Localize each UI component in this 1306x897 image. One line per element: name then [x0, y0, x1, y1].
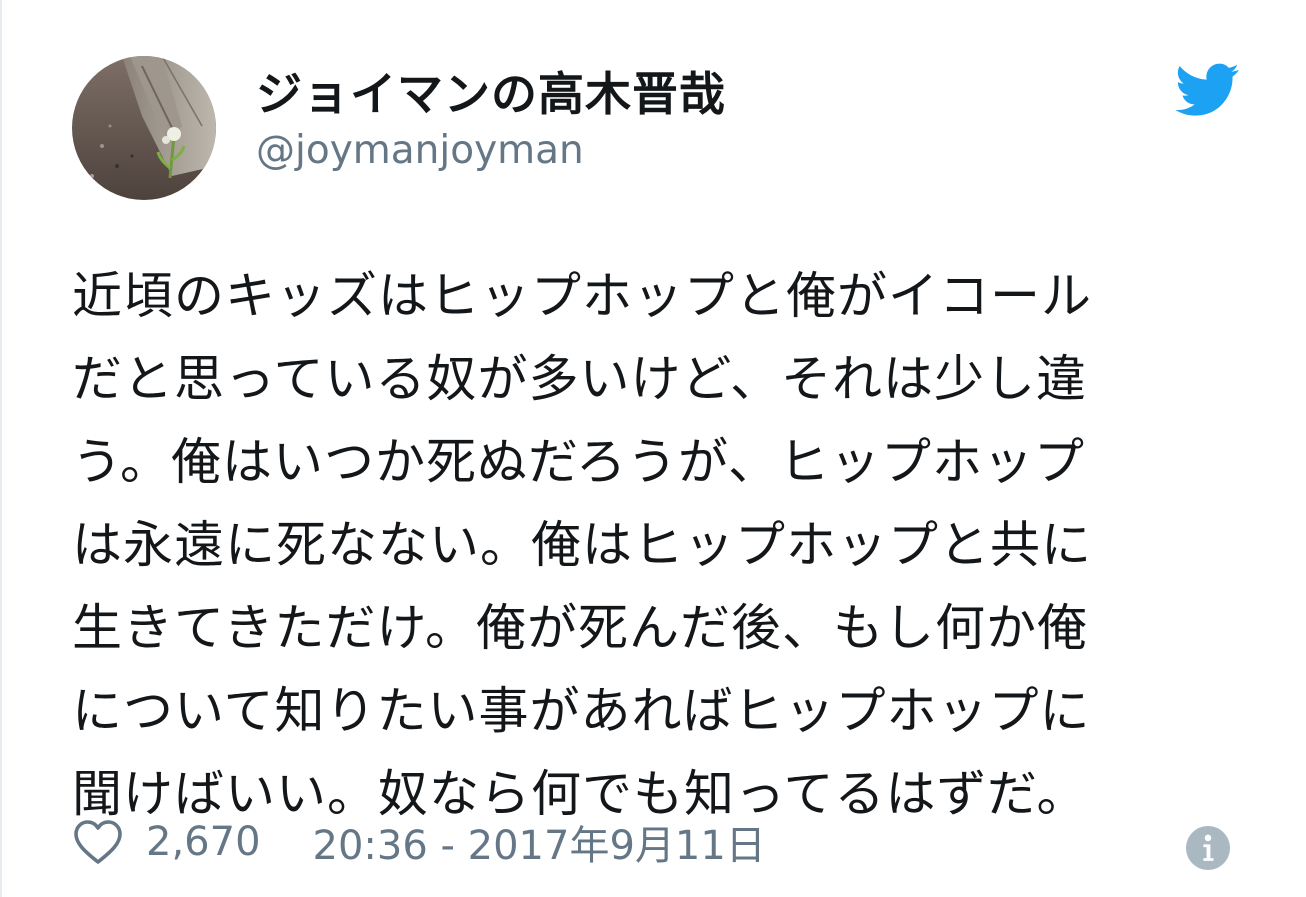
like-count[interactable]: 2,670 — [146, 819, 261, 865]
tweet-footer: 2,670 20:36 - 2017年9月11日 — [72, 812, 766, 872]
tweet-line: 近頃のキッズはヒップホップと俺がイコール — [72, 267, 1092, 325]
heart-icon[interactable] — [72, 818, 124, 866]
tweet-line: について知りたい事があればヒップホップに — [72, 682, 1091, 740]
tweet-line: 生きてきただけ。俺が死んだ後、もし何か俺 — [72, 599, 1088, 657]
tweet-text: 近頃のキッズはヒップホップと俺がイコール だと思っている奴が多いけど、それは少し… — [72, 255, 1272, 836]
avatar[interactable] — [72, 56, 216, 200]
author-display-name[interactable]: ジョイマンの高木晋哉 — [256, 58, 726, 124]
tweet-timestamp[interactable]: 20:36 - 2017年9月11日 — [313, 813, 766, 871]
author-handle[interactable]: @joymanjoyman — [256, 128, 584, 173]
tweet-line: は永遠に死なない。俺はヒップホップと共に — [72, 516, 1092, 574]
twitter-bird-icon[interactable] — [1176, 62, 1240, 118]
left-border — [0, 0, 2, 897]
info-icon[interactable] — [1186, 826, 1230, 870]
tweet-line: だと思っている奴が多いけど、それは少し違 — [72, 350, 1087, 408]
tweet-line: う。俺はいつか死ぬだろうが、ヒップホップ — [72, 433, 1085, 491]
